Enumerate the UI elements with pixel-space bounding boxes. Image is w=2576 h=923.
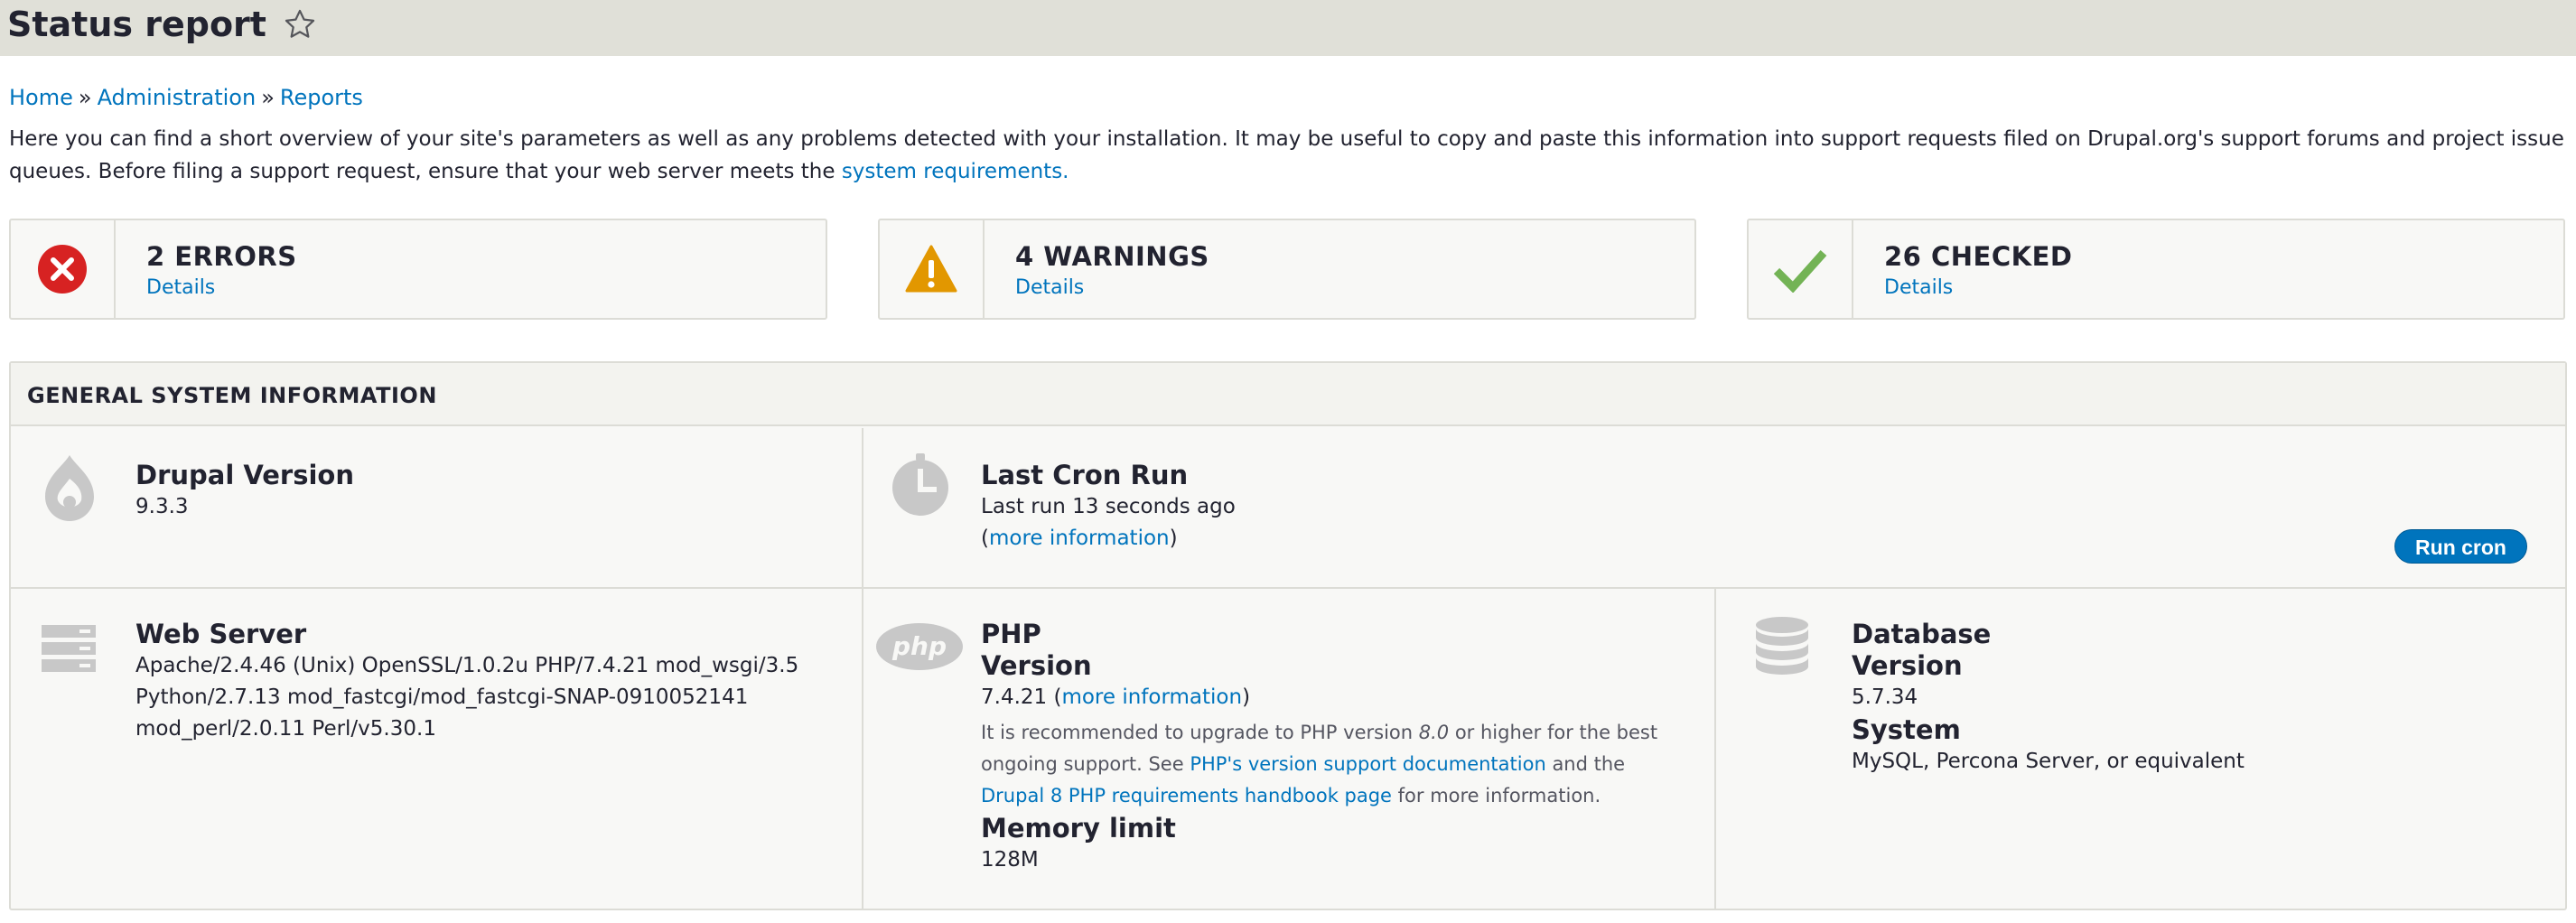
checked-details-link[interactable]: Details [1884, 275, 1953, 302]
cron-more-info: (more information) [981, 523, 1178, 555]
warnings-details-link[interactable]: Details [1015, 275, 1084, 302]
page-header: Status report [0, 0, 2576, 56]
drupal-version-value: 9.3.3 [135, 495, 189, 518]
database-version-label: Version [1852, 650, 1963, 681]
web-server-details: Apache/2.4.46 (Unix) OpenSSL/1.0.2u PHP/… [135, 650, 798, 745]
php-logo-icon: php [876, 623, 963, 670]
php-note-text: ongoing support. See [981, 753, 1190, 775]
php-cell: php PHP Version 7.4.21 (more information… [863, 589, 1714, 909]
php-upgrade-note: It is recommended to upgrade to PHP vers… [981, 717, 1694, 812]
drupal-drop-icon [45, 455, 94, 521]
breadcrumb-administration[interactable]: Administration [98, 85, 257, 110]
php-version-support-link[interactable]: PHP's version support documentation [1190, 753, 1545, 775]
run-cron-button[interactable]: Run cron [2394, 529, 2527, 564]
php-note-line: Drupal 8 PHP requirements handbook page … [981, 780, 1694, 812]
drupal-version-title: Drupal Version [135, 460, 354, 490]
warning-icon [905, 245, 957, 293]
web-server-line: mod_perl/2.0.11 Perl/v5.30.1 [135, 717, 436, 741]
php-note-text: or higher for the best [1449, 722, 1658, 743]
cron-more-information-link[interactable]: more information [989, 527, 1170, 550]
svg-text:php: php [891, 631, 947, 661]
errors-count: 2 ERRORS [146, 241, 297, 272]
system-requirements-link[interactable]: system requirements. [842, 160, 1069, 183]
intro-text: Here you can find a short overview of yo… [9, 123, 2565, 188]
php-version-value: 7.4.21 (more information) [981, 682, 1250, 713]
star-icon[interactable] [283, 7, 317, 42]
breadcrumb-home[interactable]: Home [9, 85, 73, 110]
database-version-value: 5.7.34 [1852, 685, 1918, 709]
php-note-line: It is recommended to upgrade to PHP vers… [981, 717, 1694, 749]
cron-cell: Last Cron Run Last run 13 seconds ago (m… [863, 428, 2565, 587]
database-system-value: MySQL, Percona Server, or equivalent [1852, 750, 2245, 773]
error-icon [38, 245, 87, 294]
page-title-text: Status report [7, 5, 266, 44]
cron-title: Last Cron Run [981, 460, 1189, 490]
php-version-number: 7.4.21 ( [981, 685, 1062, 709]
web-server-line: Apache/2.4.46 (Unix) OpenSSL/1.0.2u PHP/… [135, 654, 799, 677]
paren-open: ( [981, 527, 989, 550]
server-icon [42, 625, 96, 672]
php-note-text: and the [1545, 753, 1626, 775]
web-server-line: Python/2.7.13 mod_fastcgi/mod_fastcgi-SN… [135, 685, 749, 709]
drupal-php-requirements-link[interactable]: Drupal 8 PHP requirements handbook page [981, 785, 1392, 806]
php-recommended-version: 8.0 [1418, 722, 1450, 743]
warnings-icon-cell [880, 220, 985, 318]
breadcrumb-separator: » [261, 85, 275, 110]
web-server-cell: Web Server Apache/2.4.46 (Unix) OpenSSL/… [11, 589, 862, 909]
panel-header: GENERAL SYSTEM INFORMATION [11, 363, 2565, 426]
php-memory-label: Memory limit [981, 813, 1176, 844]
paren-close: ) [1242, 685, 1251, 709]
php-note-text: for more information. [1391, 785, 1601, 806]
clock-icon [892, 453, 948, 516]
php-note-text: It is recommended to upgrade to PHP vers… [981, 722, 1419, 743]
general-system-information: GENERAL SYSTEM INFORMATION Drupal Versio… [9, 361, 2567, 910]
warnings-count: 4 WARNINGS [1015, 241, 1209, 272]
page-title: Status report [7, 2, 317, 47]
breadcrumb: Home» Administration» Reports [9, 83, 363, 112]
php-version-label: Version [981, 650, 1092, 681]
web-server-title: Web Server [135, 619, 307, 649]
database-title: Database [1852, 619, 1992, 649]
php-memory-value: 128M [981, 848, 1039, 872]
checked-count: 26 CHECKED [1884, 241, 2073, 272]
checked-summary: 26 CHECKED Details [1747, 219, 2565, 320]
errors-summary: 2 ERRORS Details [9, 219, 827, 320]
checked-icon-cell [1749, 220, 1853, 318]
drupal-version-cell: Drupal Version 9.3.3 [11, 428, 862, 587]
panel-title: GENERAL SYSTEM INFORMATION [27, 383, 437, 408]
checkmark-icon [1773, 249, 1827, 293]
errors-details-link[interactable]: Details [146, 275, 215, 302]
database-cell: Database Version 5.7.34 System MySQL, Pe… [1716, 589, 2565, 909]
intro-body: Here you can find a short overview of yo… [9, 127, 2564, 183]
database-icon [1756, 617, 1808, 675]
paren-close: ) [1169, 527, 1178, 550]
breadcrumb-reports[interactable]: Reports [280, 85, 363, 110]
php-title: PHP [981, 619, 1041, 649]
errors-icon-cell [11, 220, 116, 318]
cron-last-run: Last run 13 seconds ago [981, 495, 1236, 518]
breadcrumb-separator: » [78, 85, 92, 110]
database-system-label: System [1852, 714, 1961, 745]
warnings-summary: 4 WARNINGS Details [878, 219, 1696, 320]
php-note-line: ongoing support. See PHP's version suppo… [981, 749, 1694, 780]
php-more-information-link[interactable]: more information [1061, 685, 1242, 709]
